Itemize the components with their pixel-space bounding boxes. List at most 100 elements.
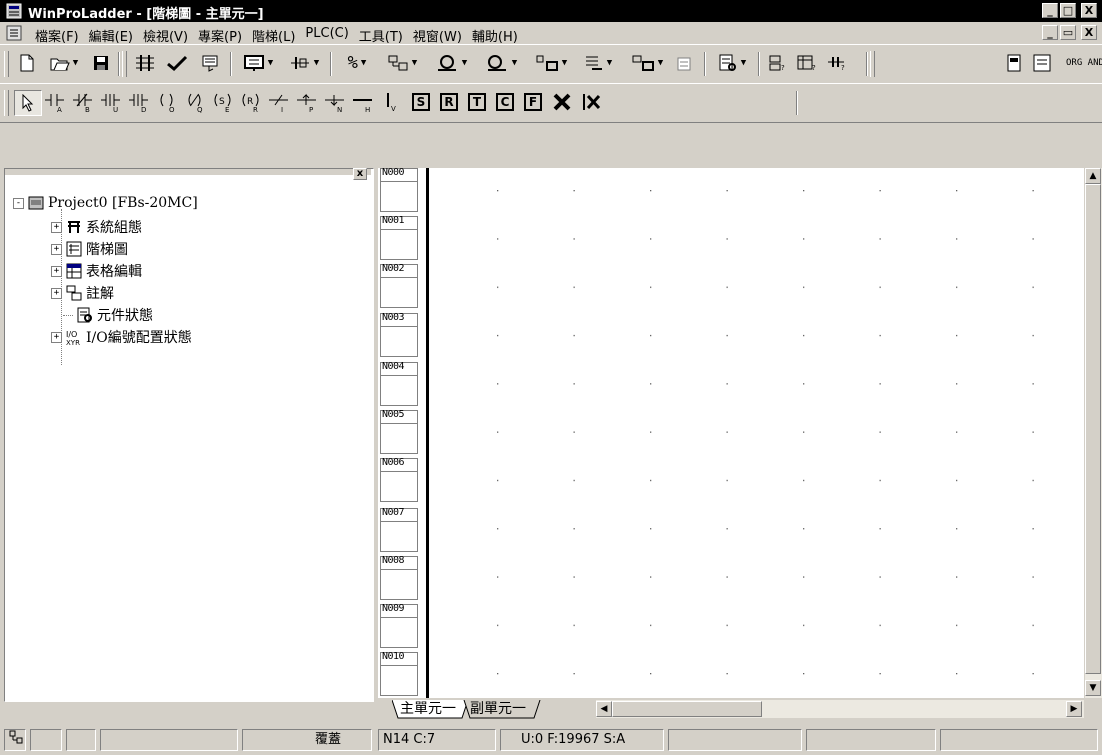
- set-box-icon[interactable]: S: [408, 90, 434, 114]
- rung-label[interactable]: N006: [380, 457, 418, 502]
- reset-box-icon[interactable]: R: [436, 90, 462, 114]
- tab-sub-unit[interactable]: 副單元一: [470, 700, 526, 718]
- tree-root[interactable]: - Project0 [FBs-20MC]: [13, 193, 198, 213]
- close-button[interactable]: X: [1081, 3, 1097, 18]
- scroll-right-icon[interactable]: ▶: [1066, 701, 1082, 717]
- contact-query-icon[interactable]: ?: [824, 51, 850, 75]
- rung-label[interactable]: N000: [380, 167, 418, 212]
- contact-down-icon[interactable]: D: [126, 90, 152, 114]
- delete-icon[interactable]: [548, 90, 576, 114]
- connection-icon[interactable]: [4, 729, 26, 751]
- data-watch-icon[interactable]: ▼: [428, 51, 474, 75]
- io-config-icon[interactable]: ▼: [528, 51, 574, 75]
- tree-item-comment[interactable]: + 註解: [51, 283, 114, 303]
- menu-bar: 檔案(F) 編輯(E) 檢視(V) 專案(P) 階梯(L) PLC(C) 工具(…: [0, 22, 1102, 45]
- collapse-icon[interactable]: -: [13, 197, 24, 209]
- tree-item-table-edit[interactable]: + 表格編輯: [51, 261, 142, 281]
- rung-label[interactable]: N008: [380, 555, 418, 600]
- pulse-down-icon[interactable]: N: [322, 90, 348, 114]
- scroll-thumb[interactable]: [1085, 184, 1101, 674]
- rung-label[interactable]: N002: [380, 263, 418, 308]
- pulse-up-icon[interactable]: P: [294, 90, 320, 114]
- list-icon[interactable]: ▼: [576, 51, 620, 75]
- comment-icon[interactable]: ?: [764, 51, 790, 75]
- table-icon: [66, 263, 82, 279]
- svg-text:V: V: [391, 105, 396, 113]
- svg-text:A: A: [57, 106, 62, 113]
- check-icon[interactable]: [162, 51, 192, 75]
- expand-icon[interactable]: +: [51, 331, 62, 343]
- tree-item-io-config[interactable]: + I/O XYR I/O編號配置狀態: [51, 327, 192, 347]
- scroll-down-icon[interactable]: ▼: [1085, 680, 1101, 696]
- minimize-button[interactable]: _: [1042, 3, 1058, 18]
- tree-item-element-status[interactable]: 元件狀態: [63, 305, 153, 325]
- print-preview-icon[interactable]: [196, 51, 226, 75]
- expand-icon[interactable]: +: [51, 221, 62, 233]
- memory-icon[interactable]: ▼: [624, 51, 670, 75]
- rung-label[interactable]: N003: [380, 312, 418, 357]
- expand-icon[interactable]: +: [51, 287, 62, 299]
- svg-text:H: H: [365, 106, 370, 113]
- function-box-icon[interactable]: F: [520, 90, 546, 114]
- panel-close-button[interactable]: x: [353, 168, 367, 180]
- ladder-editor[interactable]: [424, 168, 1084, 698]
- horizontal-scrollbar[interactable]: ◀ ▶: [596, 700, 1084, 718]
- scroll-left-icon[interactable]: ◀: [596, 701, 612, 717]
- tree-item-ladder[interactable]: + 階梯圖: [51, 239, 128, 259]
- scroll-up-icon[interactable]: ▲: [1085, 168, 1101, 184]
- rung-label[interactable]: N009: [380, 603, 418, 648]
- rung-label[interactable]: N005: [380, 409, 418, 454]
- compile-icon[interactable]: [130, 51, 160, 75]
- rung-label[interactable]: N004: [380, 361, 418, 406]
- mdi-restore-button[interactable]: ▭: [1060, 25, 1076, 40]
- coil-inverse-icon[interactable]: Q: [182, 90, 208, 114]
- run-icon[interactable]: ▼: [282, 51, 326, 75]
- hscroll-thumb[interactable]: [612, 701, 762, 717]
- horizontal-line-icon[interactable]: H: [350, 90, 376, 114]
- tab-main-unit[interactable]: 主單元一: [400, 700, 456, 718]
- tree-item-system-config[interactable]: + 系統組態: [51, 217, 142, 237]
- data-monitor-icon[interactable]: ▼: [478, 51, 524, 75]
- expand-icon[interactable]: +: [51, 265, 62, 277]
- coil-reset-icon[interactable]: RR: [238, 90, 264, 114]
- org-and-icon[interactable]: ORG AND: [1058, 51, 1102, 75]
- ladder-view-icon[interactable]: [1030, 51, 1054, 75]
- main-toolbar: ▼ ▼ ▼ % ▼ ▼ ▼ ▼ ▼ ▼ ▼ ▼ ? ? ? ORG AND: [0, 44, 1102, 84]
- rung-label[interactable]: N010: [380, 651, 418, 696]
- status-pane-1: [30, 729, 62, 751]
- monitor-icon[interactable]: ▼: [236, 51, 280, 75]
- invert-icon[interactable]: I: [266, 90, 292, 114]
- vertical-scrollbar[interactable]: ▲ ▼: [1085, 168, 1102, 698]
- timer-box-icon[interactable]: T: [464, 90, 490, 114]
- mdi-close-button[interactable]: X: [1081, 25, 1097, 40]
- contact-a-icon[interactable]: A: [42, 90, 68, 114]
- status-view-icon[interactable]: ▼: [710, 51, 754, 75]
- status-pane-3: [100, 729, 238, 751]
- contact-up-icon[interactable]: U: [98, 90, 124, 114]
- coil-set-icon[interactable]: SE: [210, 90, 236, 114]
- coil-out-icon[interactable]: O: [154, 90, 180, 114]
- new-file-icon[interactable]: [14, 51, 40, 75]
- open-file-icon[interactable]: ▼: [44, 51, 84, 75]
- delete-vertical-icon[interactable]: [578, 90, 606, 114]
- maximize-button[interactable]: □: [1060, 3, 1076, 18]
- rung-label[interactable]: N001: [380, 215, 418, 260]
- svg-text:I/O: I/O: [66, 330, 77, 339]
- status-pane-2: [66, 729, 96, 751]
- register-icon[interactable]: [1002, 51, 1026, 75]
- document-icon[interactable]: [6, 25, 22, 41]
- counter-box-icon[interactable]: C: [492, 90, 518, 114]
- calculator-icon[interactable]: [672, 51, 696, 75]
- program-info: U:0 F:19967 S:A: [500, 729, 664, 751]
- vertical-line-icon[interactable]: V: [378, 90, 404, 114]
- toolbar-grip[interactable]: [4, 51, 9, 77]
- rung-label[interactable]: N007: [380, 507, 418, 552]
- mdi-minimize-button[interactable]: _: [1042, 25, 1058, 40]
- table-query-icon[interactable]: ?: [794, 51, 820, 75]
- contact-b-icon[interactable]: B: [70, 90, 96, 114]
- pointer-icon[interactable]: [14, 90, 42, 116]
- percent-icon[interactable]: % ▼: [336, 51, 378, 75]
- contact-table-icon[interactable]: ▼: [380, 51, 424, 75]
- save-icon[interactable]: [88, 51, 114, 75]
- expand-icon[interactable]: +: [51, 243, 62, 255]
